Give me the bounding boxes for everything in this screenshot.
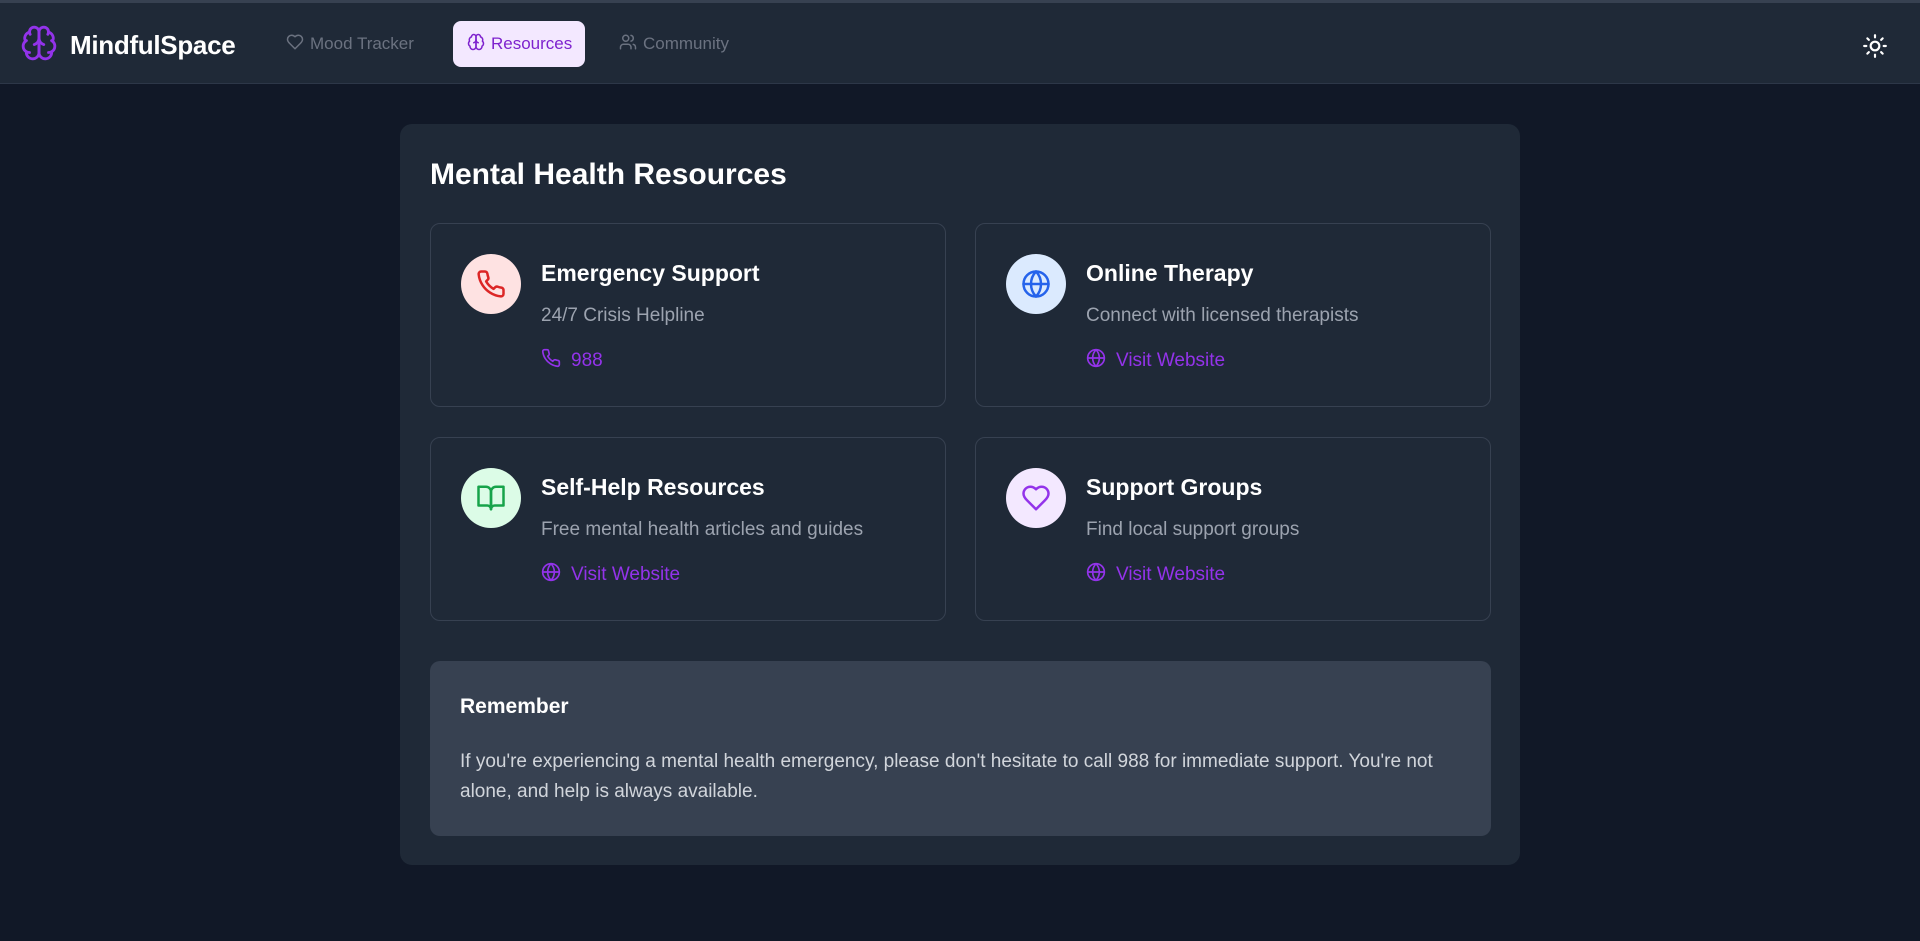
page-title: Mental Health Resources bbox=[430, 158, 787, 191]
globe-icon bbox=[1006, 254, 1066, 314]
link-label: Visit Website bbox=[1116, 350, 1226, 371]
card-title: Support Groups bbox=[1086, 474, 1263, 500]
visit-website-link[interactable]: Visit Website bbox=[1086, 562, 1225, 588]
card-title: Online Therapy bbox=[1086, 260, 1254, 286]
resource-card-self-help: Self-Help Resources Free mental health a… bbox=[430, 437, 946, 621]
card-description: Connect with licensed therapists bbox=[1086, 305, 1359, 326]
resource-card-emergency-support: Emergency Support 24/7 Crisis Helpline 9… bbox=[430, 223, 946, 407]
theme-toggle-button[interactable] bbox=[1862, 33, 1888, 59]
link-label: Visit Website bbox=[1116, 564, 1226, 585]
phone-icon bbox=[461, 254, 521, 314]
brain-icon bbox=[467, 33, 491, 56]
nav-item-community[interactable]: Community bbox=[619, 21, 729, 67]
remember-title: Remember bbox=[460, 695, 569, 718]
card-description: Free mental health articles and guides bbox=[541, 519, 864, 540]
card-title: Self-Help Resources bbox=[541, 474, 765, 500]
users-icon bbox=[619, 33, 643, 56]
globe-icon bbox=[1086, 562, 1116, 588]
card-title: Emergency Support bbox=[541, 260, 760, 286]
link-label: 988 bbox=[571, 350, 603, 371]
globe-icon bbox=[541, 562, 571, 588]
card-description: 24/7 Crisis Helpline bbox=[541, 305, 705, 326]
app-name: MindfulSpace bbox=[70, 29, 236, 60]
resources-panel: Mental Health Resources Emergency Suppor… bbox=[400, 124, 1520, 865]
card-description: Find local support groups bbox=[1086, 519, 1300, 540]
nav-item-mood-tracker[interactable]: Mood Tracker bbox=[286, 21, 414, 67]
resource-card-support-groups: Support Groups Find local support groups… bbox=[975, 437, 1491, 621]
heart-icon bbox=[286, 33, 310, 56]
brand-logo[interactable]: MindfulSpace bbox=[20, 24, 236, 67]
brain-icon bbox=[20, 24, 58, 67]
call-988-link[interactable]: 988 bbox=[541, 348, 603, 374]
globe-icon bbox=[1086, 348, 1116, 374]
visit-website-link[interactable]: Visit Website bbox=[1086, 348, 1225, 374]
nav-item-label: Resources bbox=[491, 34, 573, 53]
top-navbar: MindfulSpace Mood Tracker Resources Comm… bbox=[0, 3, 1920, 84]
visit-website-link[interactable]: Visit Website bbox=[541, 562, 680, 588]
sun-icon bbox=[1862, 34, 1888, 63]
phone-icon bbox=[541, 348, 571, 374]
remember-notice: Remember If you're experiencing a mental… bbox=[430, 661, 1491, 836]
link-label: Visit Website bbox=[571, 564, 681, 585]
nav-item-resources[interactable]: Resources bbox=[453, 21, 585, 67]
nav-item-label: Community bbox=[643, 34, 729, 53]
nav-item-label: Mood Tracker bbox=[310, 34, 414, 53]
remember-text: If you're experiencing a mental health e… bbox=[460, 751, 1433, 802]
book-open-icon bbox=[461, 468, 521, 528]
heart-icon bbox=[1006, 468, 1066, 528]
resource-card-online-therapy: Online Therapy Connect with licensed the… bbox=[975, 223, 1491, 407]
